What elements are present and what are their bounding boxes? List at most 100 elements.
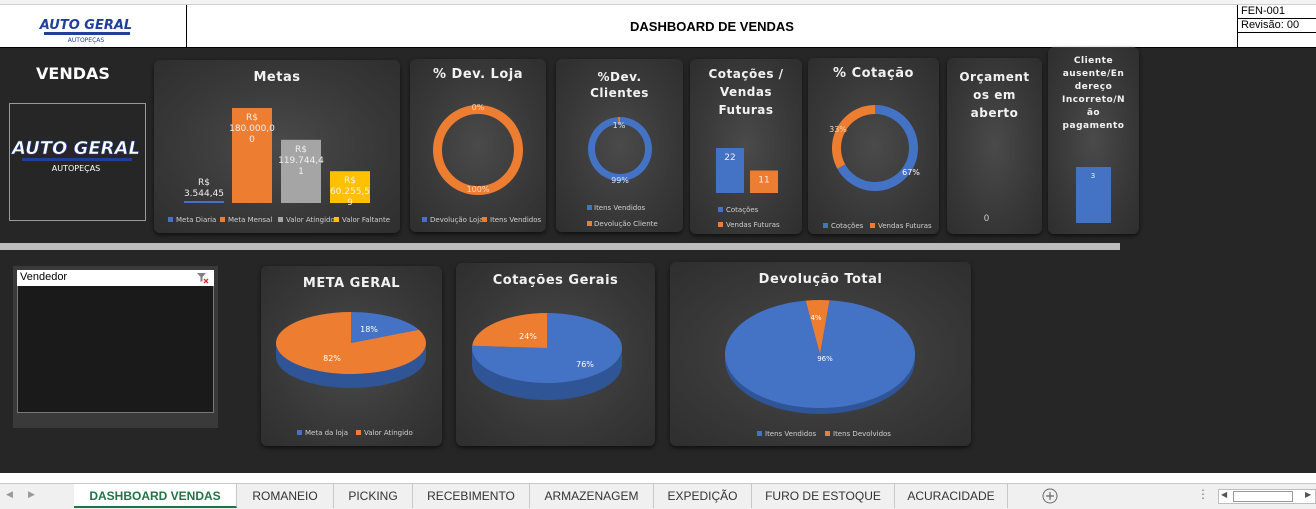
vendedor-slicer[interactable]: [17, 270, 214, 413]
dev-loja-panel: % Dev. Loja 0% 100% Devolução Loja Itens Ve…: [410, 59, 546, 232]
cotacoes-vendas-panel: Cotações / Vendas Futuras 22 11 Cotações Ve…: [690, 59, 802, 234]
sheet-header: AUTO GERAL AUTOPEÇAS DASHBOARD DE VENDAS…: [0, 5, 1316, 48]
metas-legend-item-1: Meta Mensal: [228, 216, 272, 224]
dev-clientes-label-0: 99%: [611, 176, 629, 185]
metas-bar-label-2-0: R$: [295, 145, 307, 155]
metas-legend-swatch-1: [220, 217, 225, 222]
slicer-header: Vendedor: [17, 270, 214, 286]
logo-main-text: AUTO GERAL: [10, 138, 140, 159]
cotacoes-gerais-chart: 76% 24%: [472, 313, 622, 400]
scroll-right-icon[interactable]: ▶: [1305, 490, 1311, 499]
dev-loja-slice-1: [433, 105, 523, 195]
metas-panel: Metas R$ 3.544,45 R$ 180.000,0 0 R$ 119.744,4 1…: [154, 60, 400, 233]
devolucao-total-legend-swatch-1: [825, 431, 830, 436]
dev-loja-legend-swatch-1: [482, 217, 487, 222]
metas-bar-label-1-0: R$: [246, 113, 258, 123]
page-title: DASHBOARD DE VENDAS: [630, 19, 794, 34]
devolucao-total-panel: Devolução Total 96% 4% Itens Vendidos Itens…: [670, 262, 971, 446]
dev-loja-legend-swatch-0: [422, 217, 427, 222]
cliente-ausente-panel: Cliente ausente/En dereço Incorreto/N ão…: [1048, 47, 1139, 234]
orcamentos-value: 0: [984, 213, 990, 223]
document-code: FEN-001: [1238, 5, 1316, 19]
metas-legend-item-2: Valor Atingido: [286, 216, 335, 224]
metas-bar-label-3-2: 9: [347, 198, 353, 208]
dev-loja-legend-item-0: Devolução Loja: [430, 216, 483, 224]
dev-clientes-panel: %Dev. Clientes 99% 1% Itens Vendidos Devolu…: [556, 59, 683, 232]
scroll-left-icon[interactable]: ◀: [1221, 490, 1227, 499]
metas-bar-0: [184, 201, 224, 203]
sheet-tab-7[interactable]: ACURACIDADE: [895, 484, 1008, 508]
meta-geral-chart: 18% 82% Meta da loja Valor Atingido: [276, 312, 426, 437]
document-code-cell: FEN-001 Revisão: 00: [1237, 5, 1316, 48]
pct-cotacao-chart: 67% 33% Cotações Vendas Futuras: [823, 105, 932, 230]
sheet-tab-1[interactable]: ROMANEIO: [237, 484, 334, 508]
horizontal-scrollbar[interactable]: ◀ ▶: [1218, 489, 1316, 504]
header-logo-main: AUTO GERAL: [39, 18, 132, 33]
cotacoes-vendas-legend-swatch-1: [718, 222, 723, 227]
sheet-tab-4[interactable]: ARMAZENAGEM: [530, 484, 654, 508]
header-logo: AUTO GERAL AUTOPEÇAS: [39, 18, 132, 44]
orcamentos-panel: Orçament os em aberto 0: [947, 58, 1042, 234]
slicer-label: Vendedor: [20, 271, 68, 283]
cliente-ausente-bar-label: 3: [1091, 172, 1095, 180]
pct-cotacao-label-1: 33%: [829, 125, 847, 134]
dev-clientes-label-1: 1%: [613, 121, 626, 130]
cotacoes-vendas-legend-swatch-0: [718, 207, 723, 212]
metas-bar-label-2-2: 1: [298, 167, 304, 177]
dev-loja-label-0: 0%: [472, 103, 485, 112]
cotacoes-gerais-label-0: 76%: [576, 360, 594, 369]
prev-sheet-arrow-icon[interactable]: ◀: [6, 489, 13, 500]
pct-cotacao-legend-swatch-0: [823, 223, 828, 228]
next-sheet-arrow-icon[interactable]: ▶: [28, 489, 35, 500]
meta-geral-legend-swatch-0: [297, 430, 302, 435]
meta-geral-legend-item-1: Valor Atingido: [364, 429, 413, 437]
clear-filter-icon[interactable]: [197, 273, 209, 284]
pct-cotacao-legend-item-1: Vendas Futuras: [878, 222, 932, 230]
add-sheet-icon[interactable]: [1042, 488, 1058, 504]
sheet-tab-bar: ◀ ▶ DASHBOARD VENDAS ROMANEIO PICKING RECEB…: [0, 483, 1316, 509]
meta-geral-panel: META GERAL 18% 82% Meta da loja Valor Ating…: [261, 266, 442, 446]
sheet-tab-2[interactable]: PICKING: [334, 484, 413, 508]
devolucao-total-label-0: 96%: [817, 355, 833, 363]
cotacoes-vendas-legend-item-0: Cotações: [726, 206, 759, 214]
dev-loja-chart: 0% 100% Devolução Loja Itens Vendidos: [422, 103, 542, 224]
metas-bar-label-1-2: 0: [249, 135, 255, 145]
metas-chart: R$3.544,45R$180.000,00R$119.744,41R$60.2…: [168, 108, 390, 224]
orcamentos-title: Orçament os em aberto: [959, 70, 1030, 120]
devolucao-total-legend-swatch-0: [757, 431, 762, 436]
pct-cotacao-label-0: 67%: [902, 168, 920, 177]
company-logo: AUTO GERAL AUTOPEÇAS: [9, 103, 146, 221]
pct-cotacao-legend-item-0: Cotações: [831, 222, 864, 230]
cotacoes-vendas-bar-label-1: 11: [758, 176, 769, 186]
sheet-tab-3[interactable]: RECEBIMENTO: [413, 484, 530, 508]
meta-geral-label-0: 18%: [360, 325, 378, 334]
metas-legend-item-0: Meta Diaria: [176, 216, 216, 224]
metas-bar-label-1-1: 180.000,0: [229, 124, 275, 134]
header-logo-sub: AUTOPEÇAS: [68, 37, 105, 44]
scroll-thumb[interactable]: [1233, 491, 1293, 502]
dev-loja-legend-item-1: Itens Vendidos: [490, 216, 542, 224]
options-dots-icon[interactable]: ⋮: [1197, 487, 1209, 501]
devolucao-total-legend-item-1: Itens Devolvidos: [833, 430, 891, 438]
metas-legend-swatch-0: [168, 217, 173, 222]
cotacoes-vendas-chart: 22 11 Cotações Vendas Futuras: [716, 148, 780, 229]
devolucao-total-legend-item-0: Itens Vendidos: [765, 430, 817, 438]
vendas-title: VENDAS: [36, 64, 110, 83]
meta-geral-legend-item-0: Meta da loja: [305, 429, 348, 437]
cotacoes-gerais-label-1: 24%: [519, 332, 537, 341]
meta-geral-label-1: 82%: [323, 354, 341, 363]
cotacoes-gerais-slice-1: [472, 313, 547, 348]
sheet-tab-6[interactable]: FURO DE ESTOQUE: [752, 484, 895, 508]
devolucao-total-label-1: 4%: [810, 314, 821, 322]
dev-clientes-legend-swatch-0: [587, 205, 592, 210]
metas-bar-label-3-1: 60.255,5: [330, 187, 370, 197]
metas-legend-swatch-3: [334, 217, 339, 222]
dev-clientes-legend-item-1: Devolução Cliente: [594, 220, 658, 228]
cotacoes-vendas-legend-item-1: Vendas Futuras: [726, 221, 780, 229]
cotacoes-vendas-bar-label-0: 22: [724, 153, 735, 163]
header-logo-cell: AUTO GERAL AUTOPEÇAS: [0, 5, 187, 48]
sheet-tab-5[interactable]: EXPEDIÇÃO: [654, 484, 752, 508]
pct-cotacao-legend-swatch-1: [870, 223, 875, 228]
sheet-tab-0[interactable]: DASHBOARD VENDAS: [74, 484, 237, 508]
document-revision: Revisão: 00: [1238, 19, 1316, 33]
